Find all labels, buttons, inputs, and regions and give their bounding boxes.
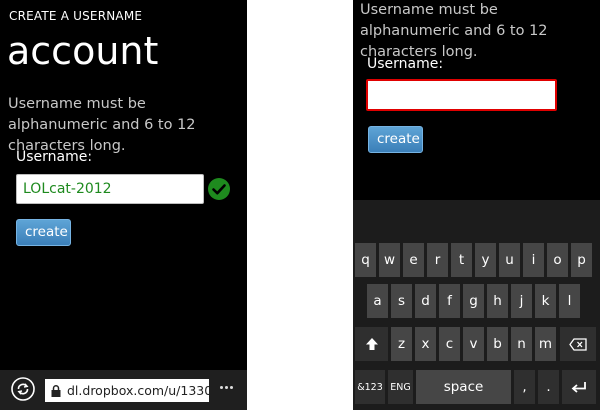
period-key[interactable]: . bbox=[538, 370, 559, 404]
space-key[interactable]: space bbox=[416, 370, 511, 404]
url-text: dl.dropbox.com/u/13304 bbox=[67, 383, 209, 398]
key-f[interactable]: f bbox=[439, 284, 460, 318]
key-a[interactable]: a bbox=[367, 284, 388, 318]
comma-key[interactable]: , bbox=[514, 370, 535, 404]
username-input-error[interactable] bbox=[366, 79, 557, 111]
left-phone-screen: CREATE A USERNAME account Username must … bbox=[0, 0, 247, 410]
key-b[interactable]: b bbox=[487, 327, 508, 361]
page-title: account bbox=[7, 29, 159, 73]
key-y[interactable]: y bbox=[475, 243, 496, 277]
right-phone-screen: Username must be alphanumeric and 6 to 1… bbox=[353, 0, 600, 410]
key-d[interactable]: d bbox=[415, 284, 436, 318]
create-button[interactable]: create bbox=[16, 219, 71, 246]
backspace-key[interactable] bbox=[560, 327, 596, 361]
key-j[interactable]: j bbox=[511, 284, 532, 318]
key-m[interactable]: m bbox=[535, 327, 556, 361]
key-l[interactable]: l bbox=[559, 284, 580, 318]
key-e[interactable]: e bbox=[403, 243, 424, 277]
key-g[interactable]: g bbox=[463, 284, 484, 318]
key-i[interactable]: i bbox=[523, 243, 544, 277]
checkmark-circle-icon bbox=[208, 178, 230, 200]
username-label: Username: bbox=[16, 149, 93, 165]
key-r[interactable]: r bbox=[427, 243, 448, 277]
keyboard-row-2: a s d f g h j k l bbox=[353, 284, 600, 320]
key-t[interactable]: t bbox=[451, 243, 472, 277]
key-q[interactable]: q bbox=[355, 243, 376, 277]
browser-app-bar: dl.dropbox.com/u/13304 bbox=[0, 370, 247, 410]
key-h[interactable]: h bbox=[487, 284, 508, 318]
language-key[interactable]: ENG bbox=[388, 370, 413, 404]
refresh-icon[interactable] bbox=[11, 377, 35, 401]
key-o[interactable]: o bbox=[547, 243, 568, 277]
address-bar[interactable]: dl.dropbox.com/u/13304 bbox=[45, 379, 209, 402]
shift-key[interactable] bbox=[355, 327, 388, 361]
key-x[interactable]: x bbox=[415, 327, 436, 361]
enter-icon bbox=[571, 381, 586, 393]
create-button[interactable]: create bbox=[368, 126, 423, 153]
more-dots-icon[interactable] bbox=[220, 374, 236, 389]
key-s[interactable]: s bbox=[391, 284, 412, 318]
username-input[interactable] bbox=[16, 174, 204, 204]
enter-key[interactable] bbox=[562, 370, 596, 404]
username-hint: Username must be alphanumeric and 6 to 1… bbox=[360, 2, 548, 60]
key-k[interactable]: k bbox=[535, 284, 556, 318]
key-p[interactable]: p bbox=[571, 243, 592, 277]
key-w[interactable]: w bbox=[379, 243, 400, 277]
key-c[interactable]: c bbox=[439, 327, 460, 361]
key-z[interactable]: z bbox=[391, 327, 412, 361]
keyboard-row-4: &123 ENG space , . bbox=[353, 370, 600, 406]
key-n[interactable]: n bbox=[511, 327, 532, 361]
username-label: Username: bbox=[367, 56, 444, 72]
keyboard-row-1: q w e r t y u i o p bbox=[353, 243, 600, 279]
key-v[interactable]: v bbox=[463, 327, 484, 361]
key-u[interactable]: u bbox=[499, 243, 520, 277]
page-header: CREATE A USERNAME bbox=[9, 9, 143, 23]
symbols-key[interactable]: &123 bbox=[355, 370, 385, 404]
username-hint: Username must be alphanumeric and 6 to 1… bbox=[8, 96, 196, 154]
lock-icon bbox=[51, 384, 61, 397]
keyboard-row-3: z x c v b n m bbox=[353, 327, 600, 363]
backspace-icon bbox=[569, 337, 587, 351]
on-screen-keyboard: q w e r t y u i o p a s d f g h j k l z … bbox=[353, 200, 600, 410]
shift-arrow-icon bbox=[365, 338, 378, 350]
